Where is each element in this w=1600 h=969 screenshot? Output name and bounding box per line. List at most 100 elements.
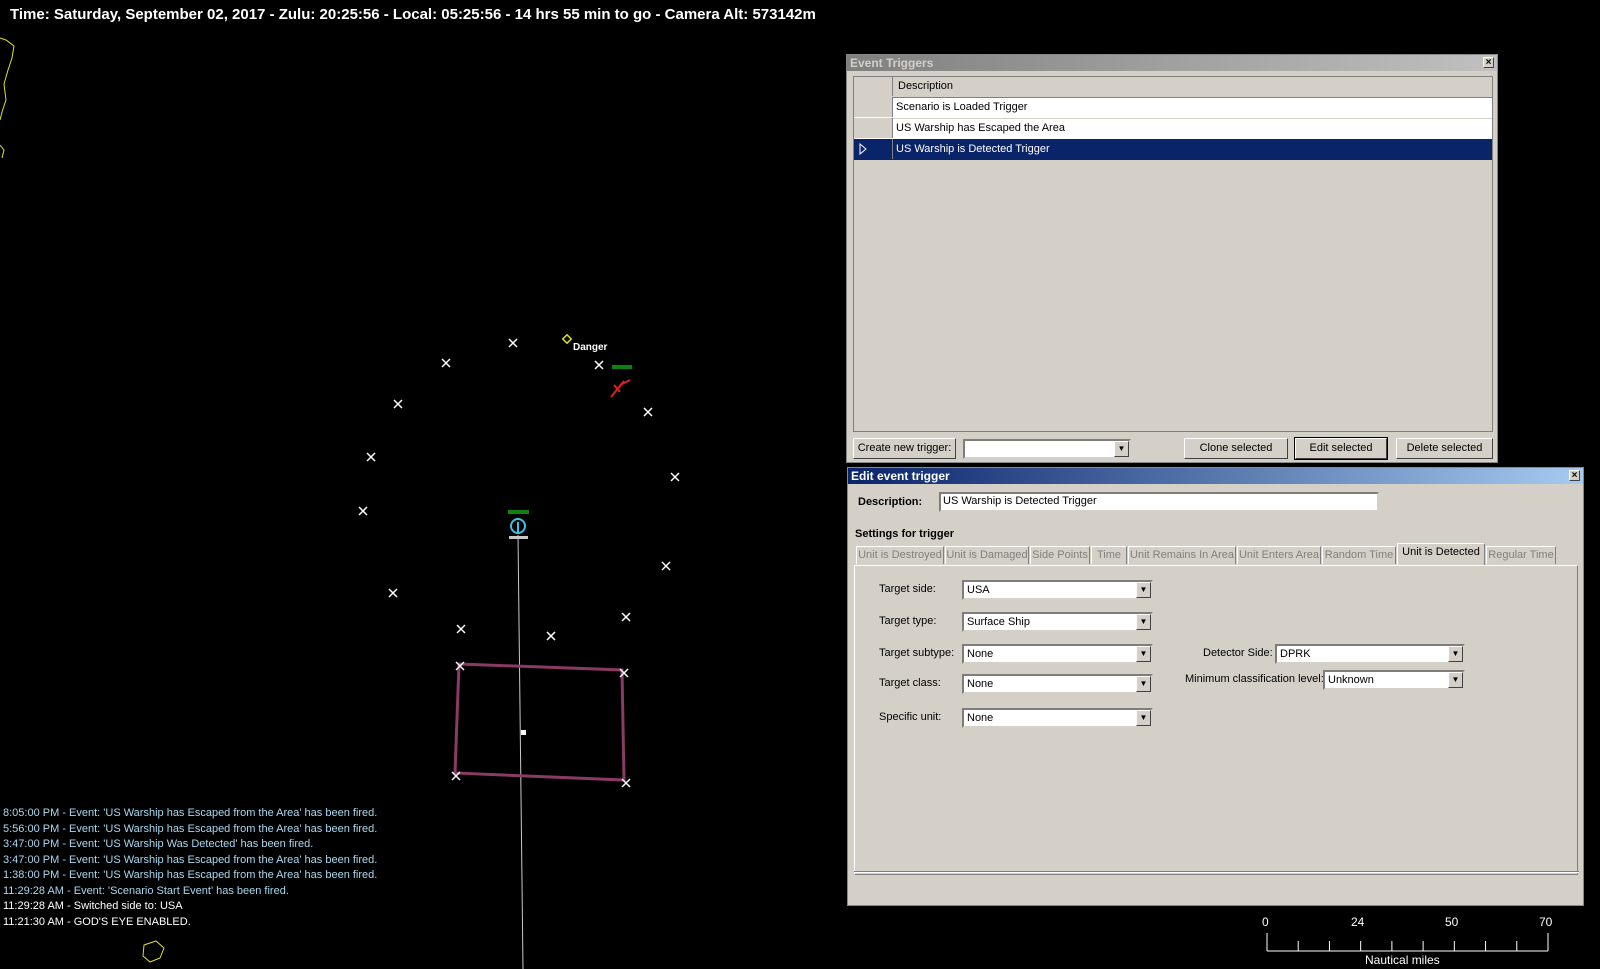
tab-unit-damaged[interactable]: Unit is Damaged	[945, 546, 1029, 564]
event-triggers-window: Event Triggers × Description Scenario is…	[846, 54, 1498, 463]
row-header-corner	[854, 77, 893, 96]
event-triggers-title: Event Triggers	[850, 56, 934, 70]
row-header[interactable]	[854, 97, 893, 117]
row-description: US Warship is Detected Trigger	[896, 143, 1050, 155]
message-log: 8:05:00 PM - Event: 'US Warship has Esca…	[3, 806, 377, 930]
tab-unit-remains-in-area[interactable]: Unit Remains In Area	[1128, 546, 1236, 564]
chevron-down-icon[interactable]: ▼	[1136, 710, 1151, 726]
window-divider	[854, 871, 1579, 873]
reference-point-marker[interactable]	[670, 472, 680, 482]
target-class-select[interactable]: None ▼	[962, 674, 1153, 694]
scale-bar	[1266, 933, 1549, 952]
reference-point-marker[interactable]	[661, 561, 671, 571]
grid-header: Description	[854, 77, 1492, 98]
log-entry: 11:21:30 AM - GOD'S EYE ENABLED.	[3, 915, 191, 928]
tab-regular-time[interactable]: Regular Time	[1486, 546, 1556, 564]
danger-marker-icon[interactable]	[561, 333, 573, 345]
delete-selected-button[interactable]: Delete selected	[1396, 438, 1493, 459]
reference-points	[358, 338, 680, 788]
reference-point-marker[interactable]	[441, 358, 451, 368]
table-row-selected[interactable]: US Warship is Detected Trigger	[854, 139, 1492, 161]
scale-label-2: 50	[1445, 915, 1459, 929]
hostile-unit-health-bar	[612, 365, 632, 369]
chevron-down-icon[interactable]: ▼	[1136, 646, 1151, 662]
log-entry: 8:05:00 PM - Event: 'US Warship has Esca…	[3, 807, 378, 819]
reference-point-marker[interactable]	[594, 360, 604, 370]
table-row[interactable]: US Warship has Escaped the Area	[854, 118, 1492, 140]
tab-unit-destroyed[interactable]: Unit is Destroyed	[856, 546, 944, 564]
edit-selected-button[interactable]: Edit selected	[1294, 437, 1388, 460]
event-triggers-titlebar[interactable]: Event Triggers ×	[847, 55, 1497, 71]
row-description: US Warship has Escaped the Area	[896, 122, 1065, 134]
target-type-label: Target type:	[879, 615, 937, 627]
column-header-description[interactable]: Description	[898, 80, 953, 92]
scale-unit-label: Nautical miles	[1365, 953, 1440, 967]
tab-panel-unit-detected: Target side: USA ▼ Target type: Surface …	[854, 565, 1578, 875]
table-row[interactable]: Scenario is Loaded Trigger	[854, 97, 1492, 119]
chevron-down-icon[interactable]: ▼	[1136, 614, 1151, 630]
reference-point-marker[interactable]	[366, 452, 376, 462]
detector-side-select[interactable]: DPRK ▼	[1275, 644, 1465, 664]
tab-unit-enters-area[interactable]: Unit Enters Area	[1237, 546, 1321, 564]
reference-point-marker[interactable]	[621, 612, 631, 622]
target-side-value: USA	[967, 584, 990, 596]
hostile-unit-icon[interactable]	[610, 379, 631, 398]
specific-unit-select[interactable]: None ▼	[962, 708, 1153, 728]
reference-point-marker[interactable]	[546, 631, 556, 641]
edit-event-trigger-window: Edit event trigger × Description: US War…	[847, 467, 1584, 906]
create-new-trigger-button[interactable]: Create new trigger:	[853, 438, 956, 459]
specific-unit-label: Specific unit:	[879, 711, 942, 723]
reference-point-marker[interactable]	[508, 338, 518, 348]
reference-point-marker[interactable]	[388, 588, 398, 598]
triggers-grid: Description Scenario is Loaded Trigger U…	[853, 76, 1493, 432]
tab-unit-detected[interactable]: Unit is Detected	[1397, 543, 1485, 565]
min-classification-label: Minimum classification level:	[1185, 673, 1324, 685]
detector-side-value: DPRK	[1280, 648, 1311, 660]
target-type-select[interactable]: Surface Ship ▼	[962, 612, 1153, 632]
close-icon[interactable]: ×	[1569, 470, 1580, 481]
target-class-value: None	[967, 678, 994, 690]
reference-point-marker[interactable]	[621, 778, 631, 788]
description-label: Description:	[858, 496, 923, 508]
description-input[interactable]: US Warship is Detected Trigger	[939, 492, 1379, 512]
edit-trigger-titlebar[interactable]: Edit event trigger ×	[848, 468, 1583, 484]
target-side-select[interactable]: USA ▼	[962, 580, 1153, 600]
reference-point-marker[interactable]	[456, 624, 466, 634]
chevron-down-icon[interactable]: ▼	[1136, 676, 1151, 692]
log-entry: 1:38:00 PM - Event: 'US Warship has Esca…	[3, 869, 378, 881]
close-icon[interactable]: ×	[1483, 57, 1494, 68]
chevron-down-icon[interactable]: ▼	[1448, 672, 1463, 688]
row-header[interactable]	[854, 139, 893, 159]
target-subtype-label: Target subtype:	[879, 647, 955, 659]
clone-selected-button[interactable]: Clone selected	[1184, 438, 1288, 459]
waypoint-marker[interactable]	[521, 730, 526, 735]
chevron-down-icon[interactable]: ▼	[1114, 441, 1129, 457]
scale-label-0: 0	[1262, 915, 1269, 929]
row-header[interactable]	[854, 118, 893, 138]
chevron-down-icon[interactable]: ▼	[1136, 582, 1151, 598]
min-classification-select[interactable]: Unknown ▼	[1323, 670, 1465, 690]
friendly-unit-health-bar	[508, 510, 529, 514]
coastline-island	[142, 940, 165, 963]
reference-point-marker[interactable]	[643, 407, 653, 417]
reference-point-marker[interactable]	[393, 399, 403, 409]
target-subtype-value: None	[967, 648, 994, 660]
coastline-west-2	[0, 144, 5, 159]
target-type-value: Surface Ship	[967, 616, 1030, 628]
chevron-down-icon[interactable]: ▼	[1448, 646, 1463, 662]
coastline-west	[0, 37, 15, 121]
log-entry: 5:56:00 PM - Event: 'US Warship has Esca…	[3, 822, 378, 835]
reference-point-marker[interactable]	[358, 506, 368, 516]
grid-empty-area	[854, 161, 1492, 431]
tab-time[interactable]: Time	[1091, 546, 1127, 564]
scale-label-1: 24	[1351, 915, 1365, 929]
row-description: Scenario is Loaded Trigger	[896, 101, 1028, 113]
target-subtype-select[interactable]: None ▼	[962, 644, 1153, 664]
trigger-type-select[interactable]: ▼	[963, 439, 1131, 459]
detector-side-label: Detector Side:	[1203, 647, 1273, 659]
edit-trigger-title: Edit event trigger	[851, 469, 950, 483]
tab-side-points[interactable]: Side Points	[1030, 546, 1090, 564]
trigger-area-polygon[interactable]	[453, 662, 626, 782]
danger-label: Danger	[573, 342, 608, 353]
tab-random-time[interactable]: Random Time	[1322, 546, 1396, 564]
